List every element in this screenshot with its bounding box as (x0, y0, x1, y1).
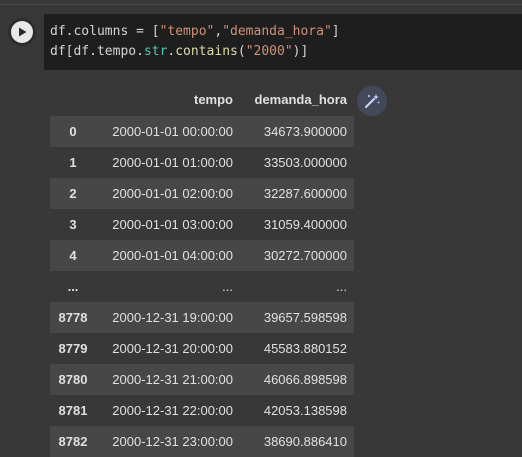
row-index: 8781 (50, 395, 96, 426)
table-row-ellipsis: ... ... ... (50, 271, 354, 302)
row-index: 8780 (50, 364, 96, 395)
row-index: 8782 (50, 426, 96, 457)
column-header-tempo: tempo (96, 82, 240, 116)
code-method: contains (175, 44, 238, 59)
cell-demanda-hora: 42053.138598 (240, 395, 354, 426)
magic-wand-icon (365, 94, 380, 108)
cell-demanda-hora: 45583.880152 (240, 333, 354, 364)
cell-demanda-hora: ... (240, 271, 354, 302)
table-row: 1 2000-01-01 01:00:00 33503.000000 (50, 147, 354, 178)
table-row: 3 2000-01-01 03:00:00 31059.400000 (50, 209, 354, 240)
column-header-index (50, 82, 96, 116)
row-index: 1 (50, 147, 96, 178)
code-token: )] (292, 44, 309, 59)
cell-demanda-hora: 33503.000000 (240, 147, 354, 178)
code-token: ] (331, 24, 340, 39)
row-index: ... (50, 271, 96, 302)
cell-output: tempo demanda_hora 0 2000-01-01 00:00:00… (44, 76, 522, 457)
code-token: ( (237, 44, 246, 59)
code-attr: str (143, 44, 168, 59)
table-header-row: tempo demanda_hora (50, 82, 354, 116)
run-circle (11, 21, 33, 43)
code-token: df[df.tempo. (50, 44, 144, 59)
cell-demanda-hora: 31059.400000 (240, 209, 354, 240)
code-string: "2000" (245, 44, 293, 59)
cell-tempo: 2000-12-31 19:00:00 (96, 302, 240, 333)
cell-tempo: 2000-01-01 04:00:00 (96, 240, 240, 271)
code-editor[interactable]: df.columns = ["tempo","demanda_hora"] df… (44, 14, 522, 70)
row-index: 8778 (50, 302, 96, 333)
table-row: 0 2000-01-01 00:00:00 34673.900000 (50, 116, 354, 147)
row-index: 4 (50, 240, 96, 271)
table-row: 8778 2000-12-31 19:00:00 39657.598598 (50, 302, 354, 333)
notebook-cell: df.columns = ["tempo","demanda_hora"] df… (0, 6, 522, 457)
code-token: df.columns = [ (50, 24, 160, 39)
cell-demanda-hora: 38690.886410 (240, 426, 354, 457)
cell-tempo: 2000-01-01 02:00:00 (96, 178, 240, 209)
cell-demanda-hora: 30272.700000 (240, 240, 354, 271)
cell-tempo: 2000-12-31 23:00:00 (96, 426, 240, 457)
row-index: 0 (50, 116, 96, 147)
table-row: 2 2000-01-01 02:00:00 32287.600000 (50, 178, 354, 209)
cell-demanda-hora: 34673.900000 (240, 116, 354, 147)
row-index: 3 (50, 209, 96, 240)
row-index: 2 (50, 178, 96, 209)
cell-demanda-hora: 32287.600000 (240, 178, 354, 209)
table-row: 8781 2000-12-31 22:00:00 42053.138598 (50, 395, 354, 426)
magic-suggest-button[interactable] (357, 86, 387, 116)
dataframe-table: tempo demanda_hora 0 2000-01-01 00:00:00… (50, 82, 354, 457)
cell-tempo: 2000-12-31 22:00:00 (96, 395, 240, 426)
row-index: 8779 (50, 333, 96, 364)
run-cell-button[interactable] (8, 18, 36, 46)
play-icon (19, 27, 27, 37)
code-line-2: df[df.tempo.str.contains("2000")] (50, 44, 308, 59)
table-row: 8780 2000-12-31 21:00:00 46066.898598 (50, 364, 354, 395)
top-divider (0, 4, 522, 5)
cell-tempo: 2000-01-01 00:00:00 (96, 116, 240, 147)
cell-demanda-hora: 39657.598598 (240, 302, 354, 333)
cell-tempo: ... (96, 271, 240, 302)
column-header-demanda-hora: demanda_hora (240, 82, 354, 116)
code-line-1: df.columns = ["tempo","demanda_hora"] (50, 24, 340, 39)
cell-tempo: 2000-01-01 01:00:00 (96, 147, 240, 178)
table-row: 4 2000-01-01 04:00:00 30272.700000 (50, 240, 354, 271)
code-string: "demanda_hora" (222, 24, 332, 39)
cell-tempo: 2000-12-31 21:00:00 (96, 364, 240, 395)
cell-demanda-hora: 46066.898598 (240, 364, 354, 395)
table-row: 8782 2000-12-31 23:00:00 38690.886410 (50, 426, 354, 457)
table-row: 8779 2000-12-31 20:00:00 45583.880152 (50, 333, 354, 364)
cell-tempo: 2000-01-01 03:00:00 (96, 209, 240, 240)
cell-tempo: 2000-12-31 20:00:00 (96, 333, 240, 364)
code-string: "tempo" (159, 24, 215, 39)
